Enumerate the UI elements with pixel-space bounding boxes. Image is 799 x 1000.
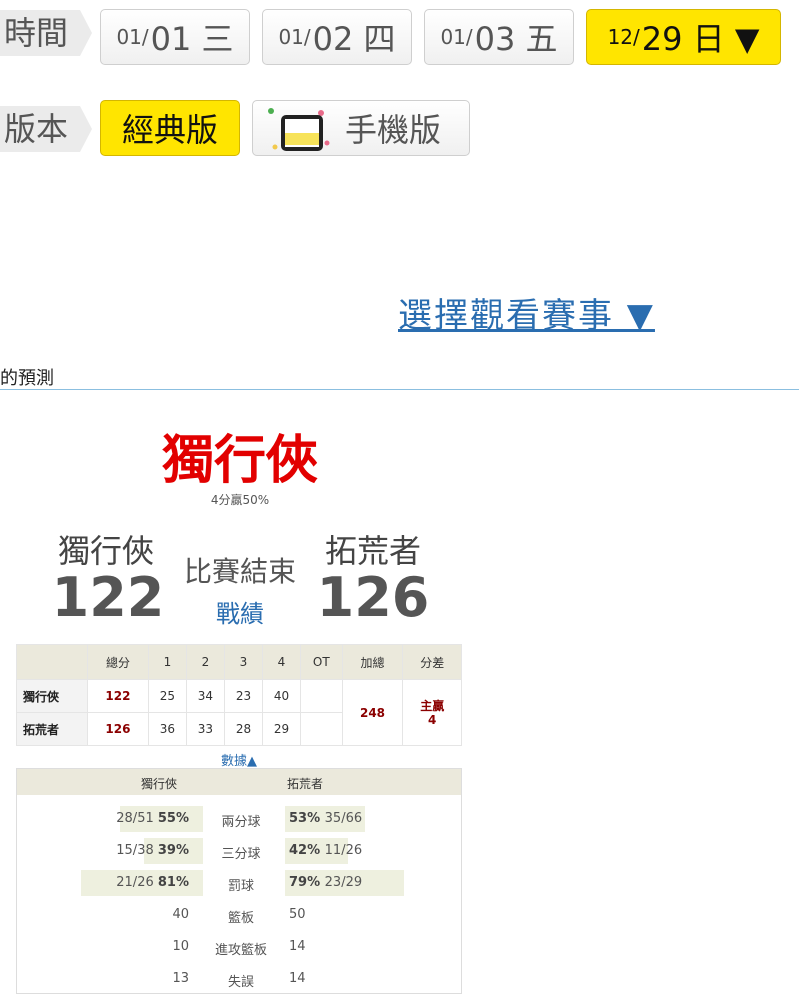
date-button-0102[interactable]: 01/02 四: [262, 9, 412, 65]
version-label: 版本: [0, 106, 92, 152]
header-blank: [16, 644, 88, 680]
stat-home-value: 13: [172, 971, 189, 986]
row-q3: 23: [223, 679, 263, 713]
stat-label: 三分球: [221, 847, 261, 862]
stat-row: 15/38 39% 三分球 42% 11/26: [17, 838, 461, 864]
stat-label: 兩分球: [221, 815, 261, 830]
header-q1: 1: [147, 644, 187, 680]
stat-home-percent: 81%: [157, 875, 189, 890]
stat-home-fraction: 15/38: [116, 843, 158, 858]
row-q4: 29: [261, 712, 302, 746]
row-total: 126: [87, 712, 149, 746]
stat-home-value: 40: [172, 907, 189, 922]
stat-label: 進攻籃板: [214, 943, 267, 958]
row-ot: [300, 679, 343, 713]
winner-note: 4分贏50%: [210, 493, 270, 507]
stats-header: 獨行俠 拓荒者: [17, 769, 461, 795]
stat-away-fraction: 35/66: [324, 811, 363, 826]
stat-label: 罰球: [227, 879, 254, 894]
stat-away-percent: 42%: [289, 843, 325, 858]
stat-home-fraction: 21/26: [116, 875, 158, 890]
date-button-0103[interactable]: 01/03 五: [424, 9, 574, 65]
stat-row: 10 進攻籃板 14: [17, 934, 461, 960]
header-q3: 3: [223, 644, 263, 680]
row-q1: 25: [147, 679, 187, 713]
mobile-version-button[interactable]: 手機版: [252, 100, 470, 156]
header-q2: 2: [185, 644, 225, 680]
table-row: 獨行俠 122 25 34 23 40 248 主贏 4: [16, 679, 462, 746]
date-button-0101[interactable]: 01/01 三: [100, 9, 250, 65]
stat-home-value: 10: [172, 939, 189, 954]
stat-home-percent: 55%: [157, 811, 189, 826]
stat-row: 40 籃板 50: [17, 902, 461, 928]
stat-away-value: 14: [289, 939, 306, 954]
stat-label: 失誤: [227, 975, 254, 990]
stat-away-percent: 79%: [289, 875, 325, 890]
header-sum: 加總: [341, 644, 404, 680]
date-button-1229-dropdown[interactable]: 12/29 日 ▼: [586, 9, 781, 65]
row-team: 獨行俠: [16, 679, 88, 713]
stat-away-value: 79% 23/29: [289, 875, 362, 890]
header-q4: 4: [261, 644, 302, 680]
time-label: 時間: [0, 10, 92, 56]
data-toggle[interactable]: 數據▲: [16, 750, 462, 769]
classic-version-button[interactable]: 經典版: [100, 100, 240, 156]
stat-away-fraction: 11/26: [324, 843, 363, 858]
stat-home-value: 21/26 81%: [116, 875, 189, 890]
row-total: 122: [87, 679, 149, 713]
away-team-score: 126: [316, 566, 430, 629]
stat-row: 21/26 81% 罰球 79% 23/29: [17, 870, 461, 896]
phone-icon: [263, 103, 335, 153]
stat-home-percent: 39%: [157, 843, 189, 858]
row-q2: 34: [185, 679, 225, 713]
stat-label: 籃板: [227, 911, 254, 926]
header-ot: OT: [300, 644, 343, 680]
predicted-winner: 獨行俠: [161, 431, 318, 491]
stat-away-value: 53% 35/66: [289, 811, 362, 826]
point-difference: 主贏 4: [402, 679, 462, 746]
select-match-dropdown[interactable]: 選擇觀看賽事 ▼: [398, 288, 655, 337]
stat-away-fraction: 23/29: [324, 875, 363, 890]
box-score-table: 總分 1 2 3 4 OT 加總 分差 獨行俠 122 25 34 23 40 …: [16, 644, 462, 746]
game-status: 比賽結束: [183, 555, 296, 588]
header-total: 總分: [87, 644, 149, 680]
record-link[interactable]: 戰績: [170, 594, 310, 629]
section-divider: [0, 389, 799, 390]
stats-away-team: 拓荒者: [287, 777, 324, 791]
stat-home-value: 15/38 39%: [116, 843, 189, 858]
row-q4: 40: [261, 679, 302, 713]
combined-total: 248: [341, 679, 404, 746]
row-q3: 28: [223, 712, 263, 746]
row-team: 拓荒者: [16, 712, 88, 746]
header-diff: 分差: [402, 644, 462, 680]
stat-home-fraction: 28/51: [116, 811, 158, 826]
stat-away-value: 14: [289, 971, 306, 986]
row-q1: 36: [147, 712, 187, 746]
stats-home-team: 獨行俠: [141, 777, 178, 791]
row-q2: 33: [185, 712, 225, 746]
stat-away-value: 50: [289, 907, 306, 922]
row-ot: [300, 712, 343, 746]
section-title: 我的預測: [0, 368, 54, 389]
stat-home-value: 28/51 55%: [116, 811, 189, 826]
stats-panel: 獨行俠 拓荒者 28/51 55% 兩分球 53% 35/66 15/38 39% 三分…: [16, 768, 462, 994]
home-team-score: 122: [51, 566, 165, 629]
stat-row: 28/51 55% 兩分球 53% 35/66: [17, 806, 461, 832]
stat-away-value: 42% 11/26: [289, 843, 362, 858]
stat-away-percent: 53%: [289, 811, 325, 826]
stat-row: 13 失誤 14: [17, 966, 461, 992]
box-score-header: 總分 1 2 3 4 OT 加總 分差: [16, 644, 462, 680]
